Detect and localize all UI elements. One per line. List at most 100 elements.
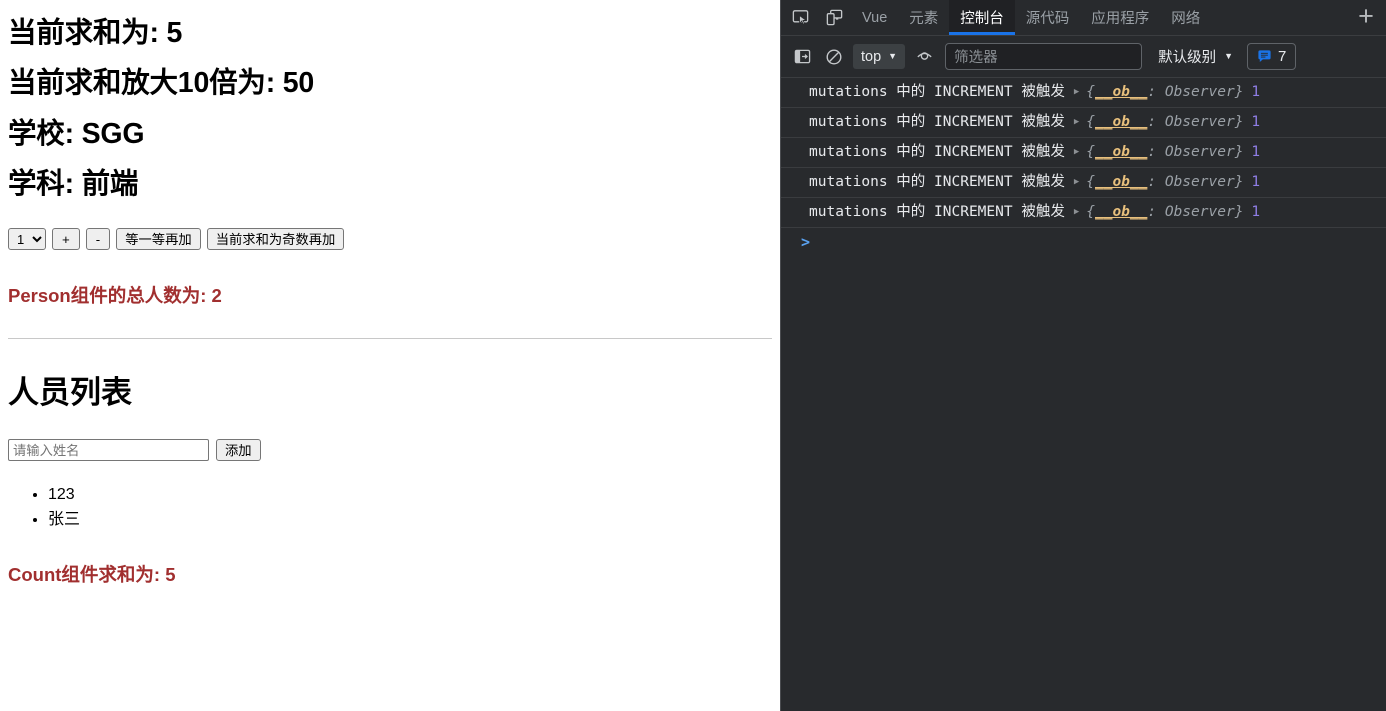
object-open-brace: { bbox=[1086, 84, 1095, 100]
object-open-brace: { bbox=[1086, 204, 1095, 221]
person-name-input[interactable] bbox=[8, 439, 209, 462]
list-item: 张三 bbox=[48, 508, 772, 532]
object-preview[interactable]: {__ob__: Observer} bbox=[1086, 202, 1243, 223]
object-close-brace: } bbox=[1234, 84, 1244, 100]
count-sum-text: Count组件求和为: 5 bbox=[8, 564, 176, 585]
console-filter-input[interactable]: 筛选器 bbox=[945, 43, 1143, 70]
object-open-brace: { bbox=[1086, 114, 1095, 131]
object-value: Observer bbox=[1164, 84, 1235, 100]
tab-network[interactable]: 网络 bbox=[1160, 0, 1211, 35]
object-close-brace: } bbox=[1234, 174, 1244, 191]
object-key: __ob__ bbox=[1094, 174, 1148, 191]
log-number-value: 1 bbox=[1251, 84, 1261, 100]
message-count-badge[interactable]: 7 bbox=[1247, 43, 1297, 70]
console-log-row[interactable]: mutations 中的 INCREMENT 被触发 ▶ {__ob__: Ob… bbox=[781, 138, 1386, 169]
device-toolbar-icon[interactable] bbox=[817, 0, 851, 35]
filter-placeholder: 筛选器 bbox=[954, 50, 998, 66]
devtools-panel: Vue 元素 控制台 源代码 应用程序 网络 + top ▼ 筛选器 默认级别 … bbox=[780, 0, 1386, 711]
clear-console-icon[interactable] bbox=[821, 44, 847, 70]
counter-controls: 1 2 3 + - 等一等再加 当前求和为奇数再加 bbox=[8, 228, 772, 251]
disclosure-triangle-icon[interactable]: ▶ bbox=[1074, 146, 1079, 159]
log-number-value: 1 bbox=[1251, 144, 1261, 161]
object-value: Observer bbox=[1164, 174, 1235, 191]
object-preview[interactable]: {__ob__: Observer} bbox=[1086, 82, 1243, 103]
object-value: Observer bbox=[1164, 204, 1235, 221]
object-value: Observer bbox=[1164, 144, 1235, 161]
log-number-value: 1 bbox=[1251, 114, 1261, 131]
console-log-row[interactable]: mutations 中的 INCREMENT 被触发 ▶ {__ob__: Ob… bbox=[781, 198, 1386, 229]
section-divider bbox=[8, 338, 772, 340]
object-key: __ob__ bbox=[1094, 204, 1148, 221]
app-page-pane: 当前求和为: 5 当前求和放大10倍为: 50 学校: SGG 学科: 前端 1… bbox=[0, 0, 780, 711]
message-count-value: 7 bbox=[1278, 48, 1287, 65]
people-list: 123 张三 bbox=[8, 483, 772, 532]
sum-times-ten-heading: 当前求和放大10倍为: 50 bbox=[8, 67, 315, 100]
tab-label: Vue bbox=[862, 9, 888, 26]
tab-console[interactable]: 控制台 bbox=[949, 0, 1015, 35]
object-value: Observer bbox=[1164, 114, 1235, 131]
tab-label: 应用程序 bbox=[1091, 11, 1150, 27]
increment-button[interactable]: + bbox=[52, 228, 80, 251]
live-expression-eye-icon[interactable] bbox=[911, 44, 937, 70]
list-item: 123 bbox=[48, 483, 772, 507]
object-close-brace: } bbox=[1234, 114, 1244, 131]
execution-context-select[interactable]: top ▼ bbox=[853, 44, 906, 69]
console-log-row[interactable]: mutations 中的 INCREMENT 被触发 ▶ {__ob__: Ob… bbox=[781, 78, 1386, 109]
object-close-brace: } bbox=[1234, 204, 1244, 221]
object-separator: : bbox=[1147, 174, 1165, 191]
console-prompt[interactable]: > bbox=[781, 228, 1386, 256]
console-log-row[interactable]: mutations 中的 INCREMENT 被触发 ▶ {__ob__: Ob… bbox=[781, 108, 1386, 139]
add-person-button[interactable]: 添加 bbox=[216, 439, 261, 462]
tab-label: 元素 bbox=[909, 11, 939, 27]
object-separator: : bbox=[1147, 144, 1165, 161]
log-number-value: 1 bbox=[1251, 174, 1261, 191]
disclosure-triangle-icon[interactable]: ▶ bbox=[1074, 176, 1079, 189]
context-label: top bbox=[861, 48, 882, 65]
disclosure-triangle-icon[interactable]: ▶ bbox=[1074, 116, 1079, 129]
tab-vue[interactable]: Vue bbox=[851, 0, 898, 35]
log-level-select[interactable]: 默认级别 ▼ bbox=[1154, 46, 1237, 67]
object-separator: : bbox=[1147, 204, 1165, 221]
log-number-value: 1 bbox=[1251, 204, 1261, 221]
disclosure-triangle-icon[interactable]: ▶ bbox=[1074, 206, 1079, 219]
tab-elements[interactable]: 元素 bbox=[898, 0, 949, 35]
devtools-tabbar: Vue 元素 控制台 源代码 应用程序 网络 + bbox=[781, 0, 1386, 36]
log-message: mutations 中的 INCREMENT 被触发 bbox=[809, 174, 1065, 191]
object-key: __ob__ bbox=[1094, 84, 1148, 100]
object-open-brace: { bbox=[1086, 174, 1095, 191]
inspect-element-icon[interactable] bbox=[783, 0, 817, 35]
school-heading: 学校: SGG bbox=[8, 117, 145, 150]
object-preview[interactable]: {__ob__: Observer} bbox=[1086, 112, 1243, 133]
object-key: __ob__ bbox=[1094, 114, 1148, 131]
subject-heading: 学科: 前端 bbox=[8, 168, 139, 201]
object-open-brace: { bbox=[1086, 144, 1095, 161]
tab-label: 网络 bbox=[1171, 11, 1201, 27]
step-select[interactable]: 1 2 3 bbox=[8, 228, 46, 251]
console-log-row[interactable]: mutations 中的 INCREMENT 被触发 ▶ {__ob__: Ob… bbox=[781, 168, 1386, 199]
console-sidebar-toggle-icon[interactable] bbox=[789, 44, 815, 70]
disclosure-triangle-icon[interactable]: ▶ bbox=[1074, 86, 1079, 99]
tab-application[interactable]: 应用程序 bbox=[1080, 0, 1160, 35]
tab-label: 控制台 bbox=[960, 11, 1004, 27]
prompt-chevron-icon: > bbox=[801, 233, 811, 252]
log-message: mutations 中的 INCREMENT 被触发 bbox=[809, 114, 1065, 131]
people-section-title: 人员列表 bbox=[8, 375, 132, 411]
console-log-area: mutations 中的 INCREMENT 被触发 ▶ {__ob__: Ob… bbox=[781, 78, 1386, 711]
decrement-button[interactable]: - bbox=[85, 228, 111, 251]
sum-heading: 当前求和为: 5 bbox=[8, 17, 183, 49]
speech-bubble-icon bbox=[1258, 50, 1271, 62]
odd-add-button[interactable]: 当前求和为奇数再加 bbox=[206, 228, 345, 251]
object-preview[interactable]: {__ob__: Observer} bbox=[1086, 142, 1243, 163]
add-person-form: 添加 bbox=[8, 439, 772, 462]
object-separator: : bbox=[1147, 114, 1165, 131]
chevron-down-icon: ▼ bbox=[1224, 51, 1234, 61]
console-toolbar: top ▼ 筛选器 默认级别 ▼ 7 bbox=[781, 36, 1386, 78]
object-preview[interactable]: {__ob__: Observer} bbox=[1086, 172, 1243, 193]
delayed-add-button[interactable]: 等一等再加 bbox=[116, 228, 201, 251]
person-total-text: Person组件的总人数为: 2 bbox=[8, 285, 222, 307]
object-separator: : bbox=[1147, 84, 1165, 100]
tab-sources[interactable]: 源代码 bbox=[1015, 0, 1081, 35]
chevron-down-icon: ▼ bbox=[888, 51, 898, 61]
add-panel-icon[interactable]: + bbox=[1346, 0, 1386, 35]
log-level-label: 默认级别 bbox=[1158, 50, 1217, 66]
